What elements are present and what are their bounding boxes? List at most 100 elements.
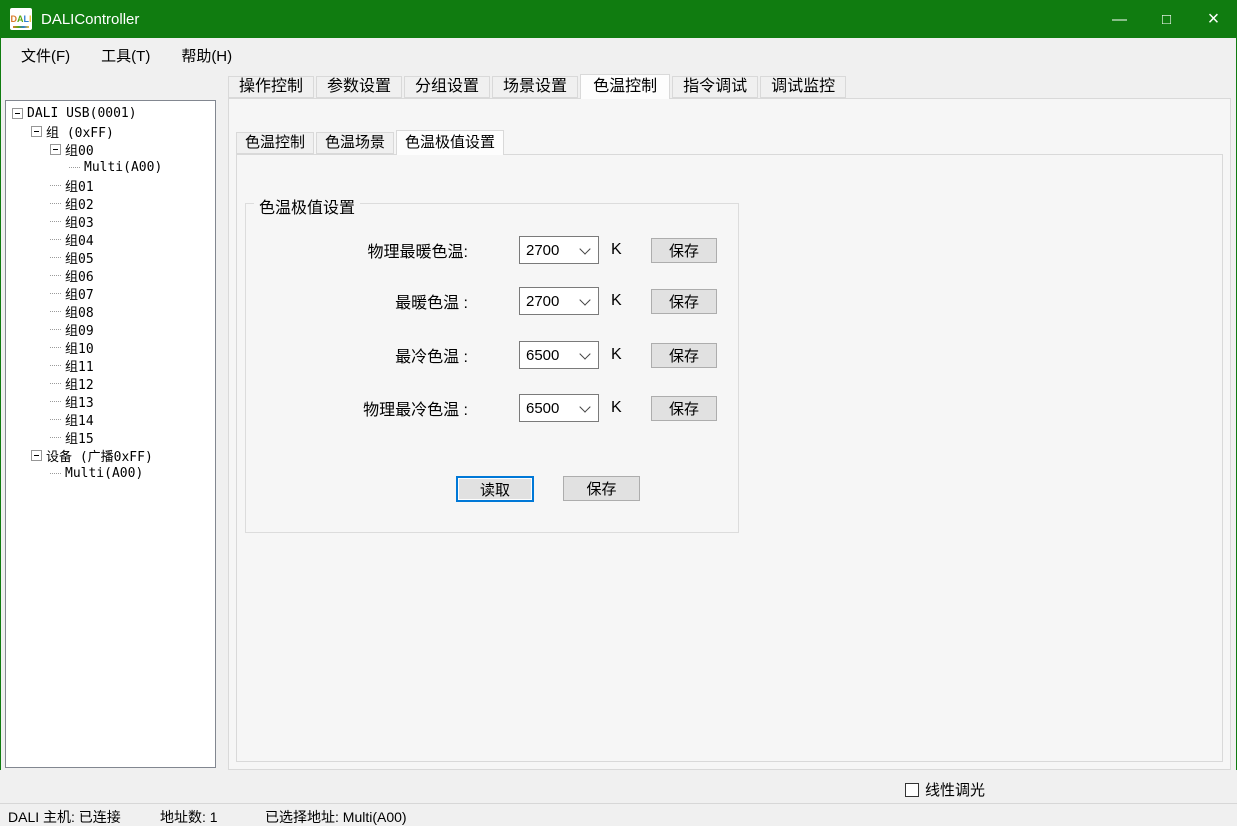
tree-item-label: 组12 [65, 374, 94, 393]
chevron-down-icon[interactable] [579, 401, 590, 412]
tree-connector [50, 239, 61, 240]
expander-icon[interactable] [31, 126, 42, 137]
physical-warmest-save-button[interactable]: 保存 [651, 238, 717, 263]
cct-extreme-groupbox: 色温极值设置 读取 保存 物理最暖色温:2700K保存最暖色温 :2700K保存… [245, 203, 739, 533]
footer-strip: 线性调光 [0, 770, 1237, 803]
coolest-unit: K [611, 346, 622, 364]
tree-item[interactable]: 组09 [6, 320, 215, 338]
chevron-down-icon[interactable] [579, 348, 590, 359]
physical-coolest-save-button[interactable]: 保存 [651, 396, 717, 421]
tree-connector [69, 167, 80, 168]
tree-item[interactable]: 设备 (广播0xFF) [6, 446, 215, 464]
tree-item-label: 组 (0xFF) [46, 122, 114, 141]
tree-item[interactable]: 组15 [6, 428, 215, 446]
sub-tab-strip: 色温控制色温场景色温极值设置 [236, 130, 504, 154]
tree-item-label: 设备 (广播0xFF) [46, 446, 153, 465]
physical-warmest-row: 物理最暖色温:2700K保存 [246, 236, 738, 264]
title-bar: DALI DALIController — □ × [0, 0, 1237, 38]
coolest-row: 最冷色温 : 6500 K 保存 [246, 341, 738, 369]
coolest-combo[interactable]: 6500 [519, 341, 599, 369]
warmest-value: 2700 [526, 293, 559, 310]
linear-dimming-label: 线性调光 [925, 779, 985, 800]
action-row: 读取 保存 [246, 476, 738, 502]
tab-main-0[interactable]: 操作控制 [228, 76, 314, 98]
tree-item-label: 组08 [65, 302, 94, 321]
coolest-save-button[interactable]: 保存 [651, 343, 717, 368]
tab-main-2[interactable]: 分组设置 [404, 76, 490, 98]
tab-sub-0[interactable]: 色温控制 [236, 132, 314, 154]
tree-item-label: 组04 [65, 230, 94, 249]
save-all-button[interactable]: 保存 [563, 476, 640, 501]
physical-coolest-value: 6500 [526, 400, 559, 417]
tab-main-4[interactable]: 色温控制 [580, 74, 670, 99]
tree-item[interactable]: 组10 [6, 338, 215, 356]
expander-icon[interactable] [31, 450, 42, 461]
physical-warmest-value: 2700 [526, 242, 559, 259]
device-tree[interactable]: DALI USB(0001)组 (0xFF)组00Multi(A00)组01组0… [5, 100, 216, 768]
tree-item-label: 组05 [65, 248, 94, 267]
maximize-icon[interactable]: □ [1143, 0, 1190, 38]
tree-item[interactable]: Multi(A00) [6, 158, 215, 176]
tree-connector [50, 257, 61, 258]
physical-warmest-label: 物理最暖色温: [246, 238, 468, 262]
tree-connector [50, 365, 61, 366]
expander-icon[interactable] [50, 144, 61, 155]
tree-item[interactable]: 组01 [6, 176, 215, 194]
menu-item-2[interactable]: 帮助(H) [181, 45, 232, 66]
tree-connector [50, 311, 61, 312]
tab-main-3[interactable]: 场景设置 [492, 76, 578, 98]
physical-warmest-combo[interactable]: 2700 [519, 236, 599, 264]
chevron-down-icon[interactable] [579, 243, 590, 254]
tree-connector [50, 221, 61, 222]
tab-main-5[interactable]: 指令调试 [672, 76, 758, 98]
tab-main-6[interactable]: 调试监控 [760, 76, 846, 98]
tree-item[interactable]: 组07 [6, 284, 215, 302]
tree-item[interactable]: 组00 [6, 140, 215, 158]
status-address-count: 地址数: 1 [160, 807, 218, 826]
physical-coolest-label: 物理最冷色温 : [246, 396, 468, 420]
tree-item-label: 组00 [65, 140, 94, 159]
tab-sub-1[interactable]: 色温场景 [316, 132, 394, 154]
linear-dimming-checkbox[interactable] [905, 783, 919, 797]
coolest-label: 最冷色温 : [246, 343, 468, 367]
tree-connector [50, 419, 61, 420]
tree-item[interactable]: 组05 [6, 248, 215, 266]
tree-connector [50, 473, 61, 474]
groupbox-title: 色温极值设置 [254, 194, 360, 218]
tab-sub-2[interactable]: 色温极值设置 [396, 130, 504, 155]
close-icon[interactable]: × [1190, 0, 1237, 38]
chevron-down-icon[interactable] [579, 294, 590, 305]
tree-item[interactable]: Multi(A00) [6, 464, 215, 482]
tree-item[interactable]: DALI USB(0001) [6, 104, 215, 122]
menu-item-0[interactable]: 文件(F) [21, 45, 70, 66]
tree-item[interactable]: 组 (0xFF) [6, 122, 215, 140]
tree-item-label: 组01 [65, 176, 94, 195]
tab-main-1[interactable]: 参数设置 [316, 76, 402, 98]
app-window: DALI DALIController — □ × 文件(F) 工具(T) 帮助(H… [0, 0, 1237, 826]
tree-item-label: 组15 [65, 428, 94, 447]
tree-item[interactable]: 组06 [6, 266, 215, 284]
tree-item-label: 组09 [65, 320, 94, 339]
tree-item[interactable]: 组03 [6, 212, 215, 230]
warmest-combo[interactable]: 2700 [519, 287, 599, 315]
read-button[interactable]: 读取 [456, 476, 534, 502]
linear-dimming-option[interactable]: 线性调光 [905, 779, 985, 800]
tree-item[interactable]: 组13 [6, 392, 215, 410]
tree-connector [50, 185, 61, 186]
minimize-icon[interactable]: — [1096, 0, 1143, 38]
status-bar: DALI 主机: 已连接 地址数: 1 已选择地址: Multi(A00) [0, 803, 1237, 826]
tree-item[interactable]: 组14 [6, 410, 215, 428]
warmest-save-button[interactable]: 保存 [651, 289, 717, 314]
tree-item[interactable]: 组02 [6, 194, 215, 212]
tree-item[interactable]: 组12 [6, 374, 215, 392]
physical-coolest-combo[interactable]: 6500 [519, 394, 599, 422]
tree-item[interactable]: 组08 [6, 302, 215, 320]
tree-item[interactable]: 组04 [6, 230, 215, 248]
tree-item-label: Multi(A00) [84, 160, 162, 175]
status-host-connection: DALI 主机: 已连接 [8, 807, 121, 826]
resize-grip-icon[interactable] [1231, 820, 1233, 822]
tree-connector [50, 383, 61, 384]
expander-icon[interactable] [12, 108, 23, 119]
menu-item-1[interactable]: 工具(T) [101, 45, 150, 66]
tree-item[interactable]: 组11 [6, 356, 215, 374]
